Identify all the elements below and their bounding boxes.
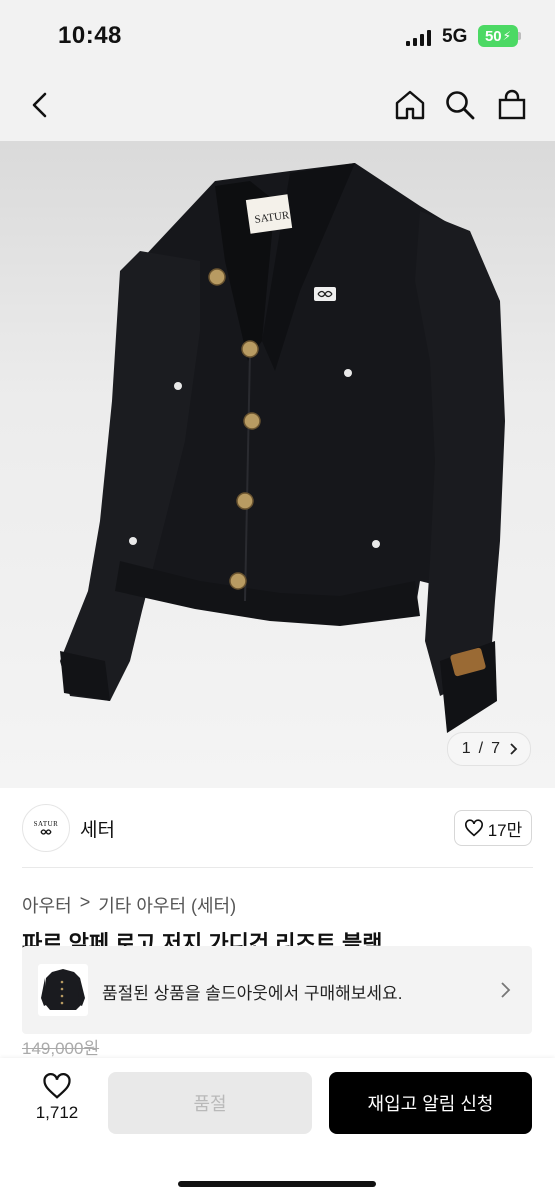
banner-thumbnail xyxy=(38,964,88,1016)
wish-count: 1,712 xyxy=(35,1103,79,1122)
banner-text: 품절된 상품을 솔드아웃에서 구매해보세요. xyxy=(102,984,403,1003)
signal-icon xyxy=(406,30,431,46)
original-price: 149,000원 xyxy=(22,1039,100,1058)
brand-like-button[interactable]: 17만 xyxy=(454,810,532,846)
soldout-banner[interactable]: 품절된 상품을 솔드아웃에서 구매해보세요. xyxy=(22,946,532,1034)
network-label: 5G xyxy=(442,26,468,47)
nav-bar xyxy=(0,70,555,141)
image-counter-current: 1 xyxy=(461,740,471,757)
home-icon[interactable] xyxy=(392,87,428,123)
chevron-right-icon xyxy=(501,982,511,998)
battery-indicator: 50 ⚡ xyxy=(478,25,518,47)
search-icon[interactable] xyxy=(442,87,478,123)
brand-like-count: 17만 xyxy=(487,820,523,840)
brand-logo[interactable]: SATUR xyxy=(22,804,70,852)
cardigan-image: SATUR xyxy=(60,163,505,733)
breadcrumb-subcategory[interactable]: 기타 아우터 (세터) xyxy=(98,892,236,918)
brand-logo-text: SATUR xyxy=(33,820,59,828)
brand-mark-icon xyxy=(40,829,52,835)
shopping-bag-icon[interactable] xyxy=(494,87,530,123)
heart-icon xyxy=(43,1073,71,1099)
home-indicator xyxy=(178,1181,376,1187)
breadcrumb: 아우터 > 기타 아우터 (세터) xyxy=(22,892,236,918)
brand-name[interactable]: 세터 xyxy=(80,815,115,842)
breadcrumb-category[interactable]: 아우터 xyxy=(22,892,72,918)
chevron-right-icon xyxy=(510,743,518,755)
image-counter-separator: / xyxy=(478,740,484,757)
back-icon[interactable] xyxy=(22,87,58,123)
battery-level: 50 xyxy=(484,27,502,45)
restock-alert-button[interactable]: 재입고 알림 신청 xyxy=(329,1072,532,1134)
image-counter[interactable]: 1 / 7 xyxy=(446,732,531,766)
battery-cap xyxy=(518,32,521,40)
soldout-button[interactable]: 품절 xyxy=(108,1072,312,1134)
heart-icon xyxy=(464,819,483,837)
image-counter-total: 7 xyxy=(491,740,500,757)
status-time: 10:48 xyxy=(58,22,122,49)
wish-button[interactable]: 1,712 xyxy=(30,1072,84,1123)
product-image[interactable]: SATUR 1 / 7 xyxy=(0,141,555,788)
breadcrumb-separator: > xyxy=(79,892,91,912)
divider xyxy=(22,867,533,868)
